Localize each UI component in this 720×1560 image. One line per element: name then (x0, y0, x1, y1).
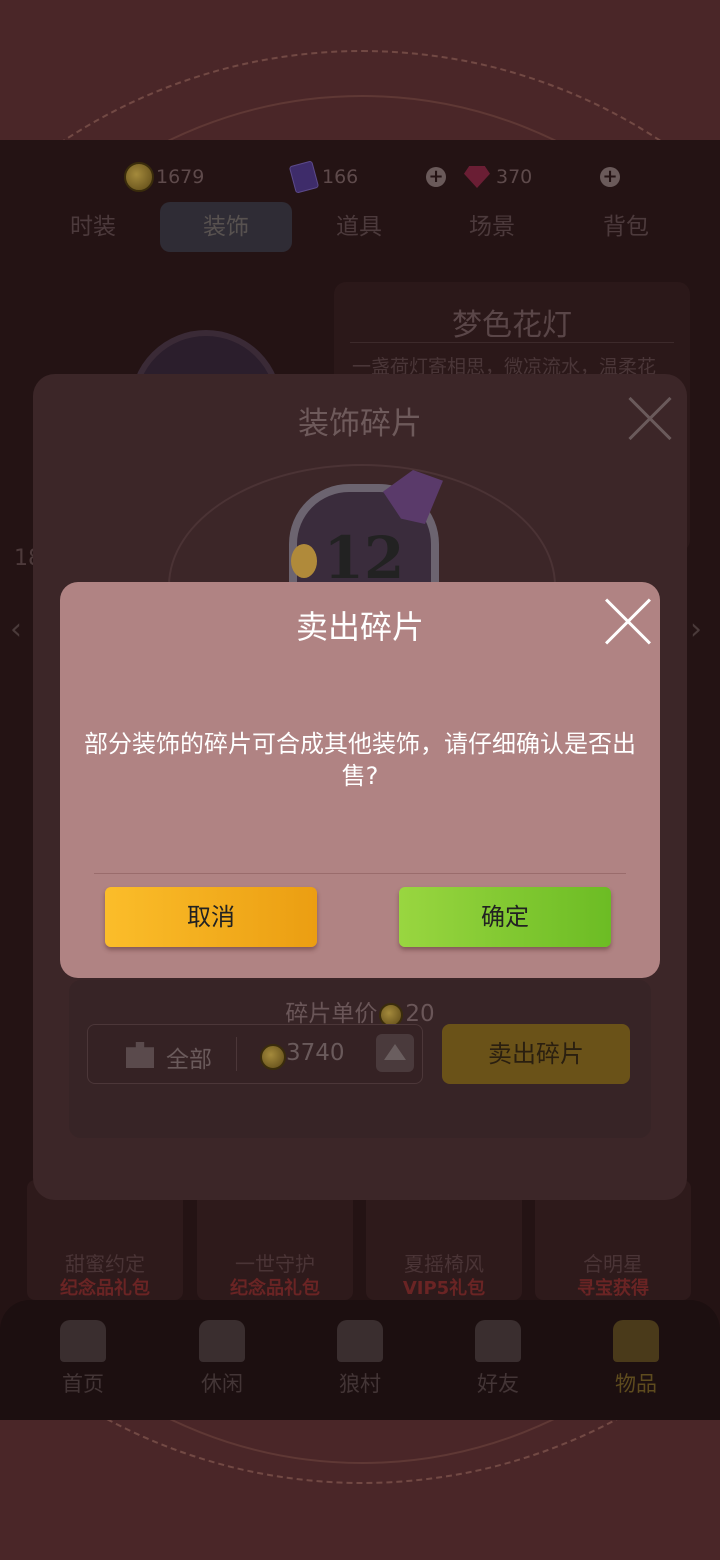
item-name: 甜蜜约定 (65, 1252, 145, 1276)
dialog-title: 装饰碎片 (298, 406, 422, 442)
sell-fragments-button[interactable]: 卖出碎片 (442, 1024, 630, 1084)
nav-leisure[interactable]: 休闲 (162, 1320, 282, 1410)
divider (350, 342, 674, 343)
leisure-icon (199, 1320, 245, 1362)
sell-confirm-dialog: 卖出碎片 部分装饰的碎片可合成其他装饰，请仔细确认是否出售? 取消 确定 (60, 582, 660, 978)
card-icon (288, 160, 320, 194)
dialog-title: 卖出碎片 (295, 608, 424, 646)
divider (94, 873, 626, 874)
quantity-selector[interactable]: 全部 3740 (87, 1024, 423, 1084)
bottom-nav: 首页 休闲 狼村 好友 物品 (0, 1300, 720, 1420)
coin-balance: 1679 (124, 162, 204, 192)
close-icon[interactable] (602, 596, 654, 648)
total-value: 3740 (286, 1040, 345, 1066)
nav-items[interactable]: 物品 (576, 1320, 696, 1410)
item-title: 梦色花灯 (452, 308, 572, 343)
item-name: 一世守护 (235, 1252, 315, 1276)
gem-icon (464, 166, 490, 188)
card-balance: 166 (288, 160, 358, 194)
tab-decoration[interactable]: 装饰 (160, 202, 292, 252)
chevron-up-icon[interactable] (376, 1034, 414, 1072)
currency-bar: 1679 166 + 370 + (0, 140, 720, 210)
quantity-label: 全部 (166, 1047, 212, 1073)
item-source: 纪念品礼包 (230, 1278, 320, 1299)
nav-home[interactable]: 首页 (23, 1320, 143, 1410)
coin-icon (124, 162, 154, 192)
nav-label: 狼村 (339, 1372, 381, 1396)
add-gems-icon[interactable]: + (600, 167, 620, 187)
add-cards-icon[interactable]: + (426, 167, 446, 187)
bottom-decor-band (0, 1420, 720, 1560)
nav-label: 休闲 (201, 1372, 243, 1396)
village-icon (337, 1320, 383, 1362)
tab-fashion[interactable]: 时装 (27, 202, 159, 252)
home-icon (60, 1320, 106, 1362)
nav-label: 物品 (615, 1372, 657, 1396)
dialog-message: 部分装饰的碎片可合成其他装饰，请仔细确认是否出售? (84, 730, 636, 790)
item-source: 纪念品礼包 (60, 1278, 150, 1299)
divider (236, 1037, 237, 1071)
puzzle-icon (126, 1042, 154, 1068)
chevron-left-icon[interactable]: ‹ (10, 612, 22, 647)
cancel-button[interactable]: 取消 (105, 887, 317, 947)
nav-label: 好友 (477, 1372, 519, 1396)
sell-panel: 碎片单价 20 全部 3740 卖出碎片 (69, 980, 651, 1138)
item-name: 合明星 (583, 1252, 643, 1276)
tab-props[interactable]: 道具 (293, 202, 425, 252)
close-icon[interactable] (625, 394, 675, 444)
unit-price-row: 碎片单价 20 (69, 994, 651, 1028)
chevron-right-icon[interactable]: › (690, 612, 702, 647)
friends-icon (475, 1320, 521, 1362)
item-name: 夏摇椅风 (404, 1252, 484, 1276)
gem-balance: 370 (464, 162, 532, 192)
item-source: VIP5礼包 (402, 1278, 486, 1299)
tab-scene[interactable]: 场景 (426, 202, 558, 252)
top-decor-band (0, 0, 720, 140)
nav-village[interactable]: 狼村 (300, 1320, 420, 1410)
decor-arc (0, 1420, 720, 1464)
coin-icon (379, 1002, 404, 1027)
nav-friends[interactable]: 好友 (438, 1320, 558, 1410)
confirm-button[interactable]: 确定 (399, 887, 611, 947)
items-icon (613, 1320, 659, 1362)
tab-backpack[interactable]: 背包 (560, 202, 692, 252)
coin-icon (260, 1044, 286, 1070)
item-source: 寻宝获得 (577, 1278, 649, 1299)
nav-label: 首页 (62, 1372, 104, 1396)
category-tabs: 时装 装饰 道具 场景 背包 (0, 202, 720, 254)
